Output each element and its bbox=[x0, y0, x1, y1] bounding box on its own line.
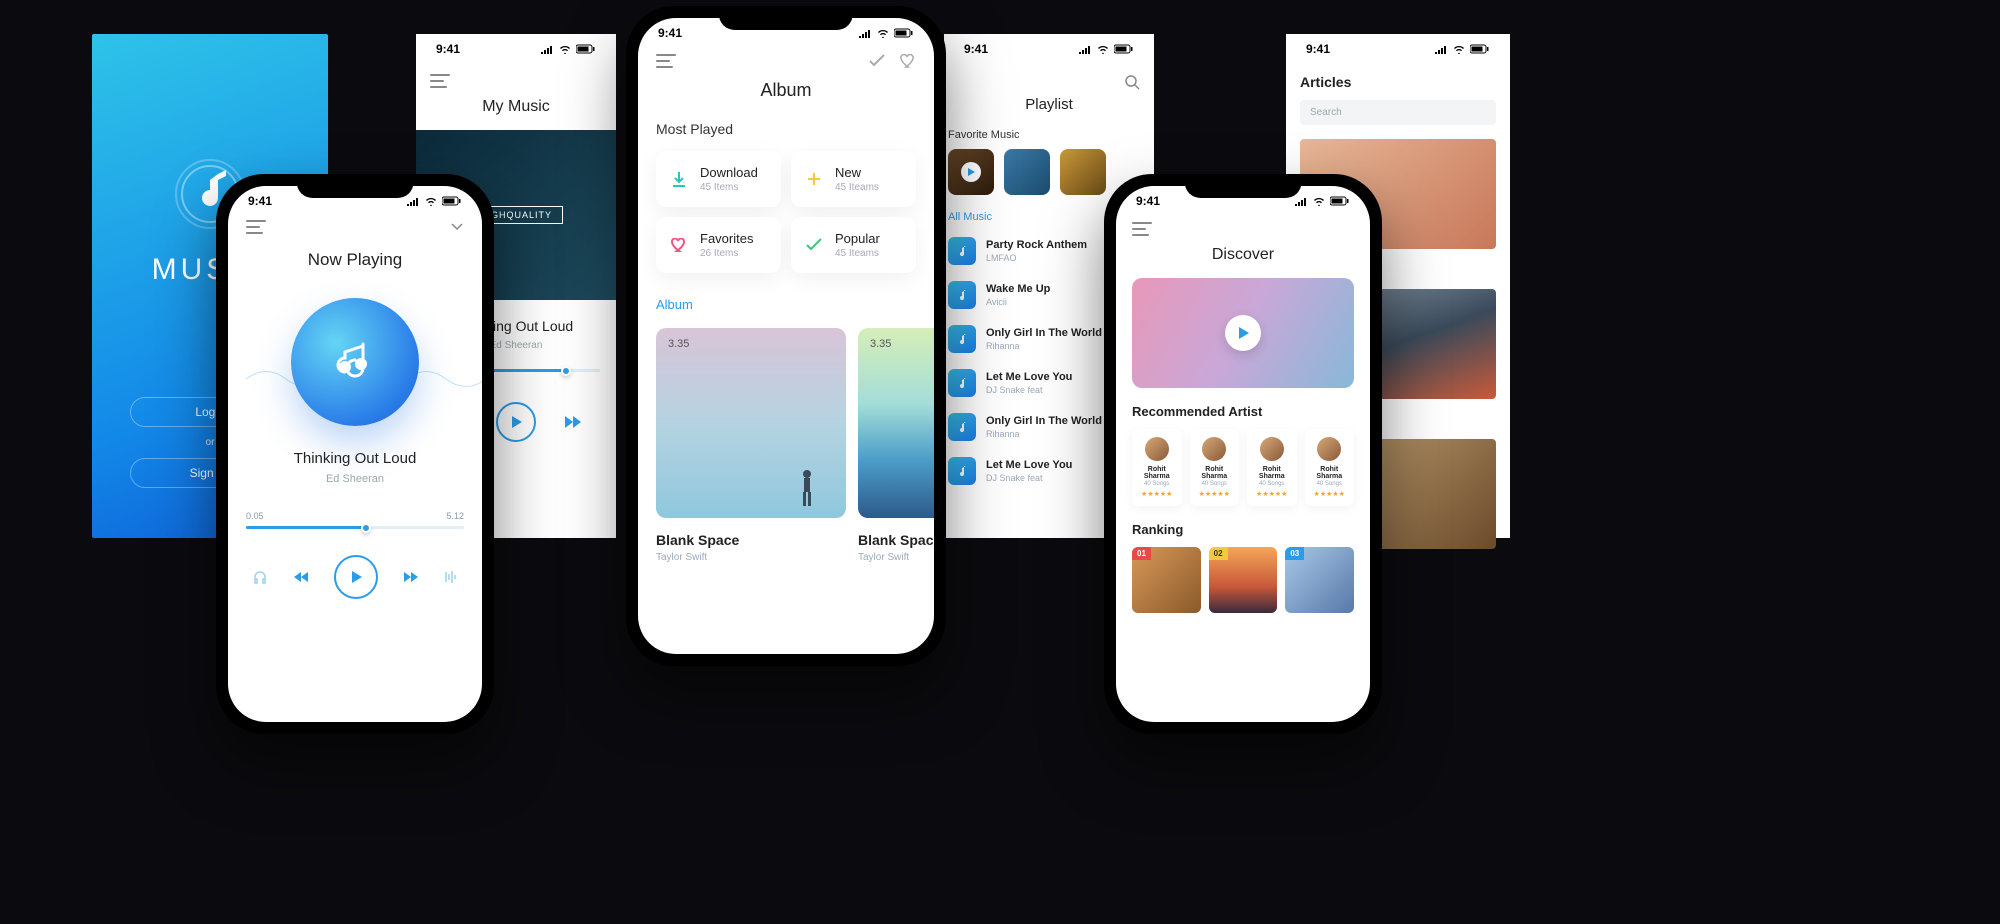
favorites-card[interactable]: Favorites26 Items bbox=[656, 217, 781, 273]
page-title: Articles bbox=[1300, 64, 1496, 100]
status-time: 9:41 bbox=[964, 42, 988, 56]
most-played-label: Most Played bbox=[656, 121, 916, 137]
equalizer-icon[interactable] bbox=[444, 570, 458, 584]
page-title: Playlist bbox=[944, 90, 1154, 123]
heart-icon bbox=[668, 238, 690, 252]
duration: 3.35 bbox=[668, 338, 689, 350]
controls bbox=[246, 555, 464, 599]
or-label: or bbox=[206, 437, 215, 448]
music-note-icon bbox=[948, 457, 976, 485]
album-card[interactable]: 3.35 Blank Space Taylor Swift bbox=[656, 328, 846, 563]
favorite-label: Favorite Music bbox=[944, 123, 1154, 149]
status-bar: 9:41 bbox=[1286, 34, 1510, 64]
page-title: My Music bbox=[416, 88, 616, 130]
check-icon[interactable] bbox=[868, 54, 886, 68]
page-title: Discover bbox=[1132, 246, 1354, 264]
menu-icon[interactable] bbox=[656, 54, 676, 68]
chevron-down-icon[interactable] bbox=[450, 222, 464, 232]
music-note-icon bbox=[948, 237, 976, 265]
rank-card[interactable]: 01 bbox=[1132, 547, 1201, 613]
recommended-label: Recommended Artist bbox=[1132, 404, 1354, 419]
song-title: Thinking Out Loud bbox=[246, 450, 464, 467]
album-cover: 3.35 bbox=[656, 328, 846, 518]
download-card[interactable]: Download45 Items bbox=[656, 151, 781, 207]
prev-icon[interactable] bbox=[293, 571, 309, 583]
plus-icon bbox=[803, 171, 825, 187]
phone-now-playing: 9:41 Now Playing Thinking Out Loud Ed Sh… bbox=[216, 174, 494, 734]
album-card[interactable]: 3.35 Blank Space Taylor Swift bbox=[858, 328, 934, 563]
status-time: 9:41 bbox=[1306, 42, 1330, 56]
play-button[interactable] bbox=[334, 555, 378, 599]
heart-icon[interactable] bbox=[900, 54, 916, 68]
ranking-label: Ranking bbox=[1132, 522, 1354, 537]
thumb[interactable] bbox=[1004, 149, 1050, 195]
new-card[interactable]: New45 Iteams bbox=[791, 151, 916, 207]
download-icon bbox=[668, 170, 690, 188]
rank-card[interactable]: 03 bbox=[1285, 547, 1354, 613]
time-total: 5.12 bbox=[446, 511, 464, 521]
page-title: Now Playing bbox=[246, 250, 464, 270]
progress[interactable]: 0.05 5.12 bbox=[246, 511, 464, 529]
headphones-icon[interactable] bbox=[252, 569, 268, 585]
music-note-icon bbox=[948, 281, 976, 309]
status-time: 9:41 bbox=[248, 194, 272, 208]
next-icon[interactable] bbox=[403, 571, 419, 583]
music-note-icon bbox=[948, 369, 976, 397]
artist-card[interactable]: Rohit Sharma40 Songs★★★★★ bbox=[1247, 429, 1297, 506]
music-note-icon bbox=[948, 413, 976, 441]
status-icons bbox=[1434, 44, 1490, 54]
search-icon[interactable] bbox=[1124, 74, 1140, 90]
search-input[interactable]: Search bbox=[1300, 100, 1496, 125]
status-time: 9:41 bbox=[1136, 194, 1160, 208]
artist-card[interactable]: Rohit Sharma40 Songs★★★★★ bbox=[1132, 429, 1182, 506]
time-current: 0.05 bbox=[246, 511, 264, 521]
menu-icon[interactable] bbox=[246, 220, 266, 234]
status-time: 9:41 bbox=[658, 26, 682, 40]
play-button[interactable] bbox=[1225, 315, 1261, 351]
album-cover: 3.35 bbox=[858, 328, 934, 518]
album-disc bbox=[291, 298, 419, 426]
status-bar: 9:41 bbox=[944, 34, 1154, 64]
status-icons bbox=[1294, 196, 1350, 206]
ranking-list: 01 02 03 bbox=[1132, 547, 1354, 613]
menu-icon[interactable] bbox=[430, 74, 450, 88]
status-time: 9:41 bbox=[436, 42, 460, 56]
thumb[interactable] bbox=[1060, 149, 1106, 195]
next-icon[interactable] bbox=[564, 415, 582, 429]
status-icons bbox=[406, 196, 462, 206]
page-title: Album bbox=[656, 80, 916, 101]
artist-card[interactable]: Rohit Sharma40 Songs★★★★★ bbox=[1305, 429, 1355, 506]
rank-card[interactable]: 02 bbox=[1209, 547, 1278, 613]
thumb[interactable] bbox=[948, 149, 994, 195]
status-icons bbox=[540, 44, 596, 54]
check-icon bbox=[803, 238, 825, 252]
status-bar: 9:41 bbox=[416, 34, 616, 64]
popular-card[interactable]: Popular45 Iteams bbox=[791, 217, 916, 273]
artist-card[interactable]: Rohit Sharma40 Songs★★★★★ bbox=[1190, 429, 1240, 506]
status-icons bbox=[1078, 44, 1134, 54]
hero-card[interactable] bbox=[1132, 278, 1354, 388]
song-artist: Ed Sheeran bbox=[246, 473, 464, 485]
status-icons bbox=[858, 28, 914, 38]
phone-discover: 9:41 Discover Recommended Artist Rohit S… bbox=[1104, 174, 1382, 734]
music-note-icon bbox=[948, 325, 976, 353]
album-artist: Taylor Swift bbox=[656, 552, 846, 563]
phone-album: 9:41 Album Most Played Download45 Ite bbox=[626, 6, 946, 666]
play-button[interactable] bbox=[496, 402, 536, 442]
album-section-label: Album bbox=[656, 297, 916, 312]
duration: 3.35 bbox=[870, 338, 891, 350]
album-artist: Taylor Swift bbox=[858, 552, 934, 563]
artist-list: Rohit Sharma40 Songs★★★★★ Rohit Sharma40… bbox=[1132, 429, 1354, 506]
menu-icon[interactable] bbox=[1132, 222, 1152, 236]
album-title: Blank Space bbox=[858, 532, 934, 548]
album-title: Blank Space bbox=[656, 532, 846, 548]
